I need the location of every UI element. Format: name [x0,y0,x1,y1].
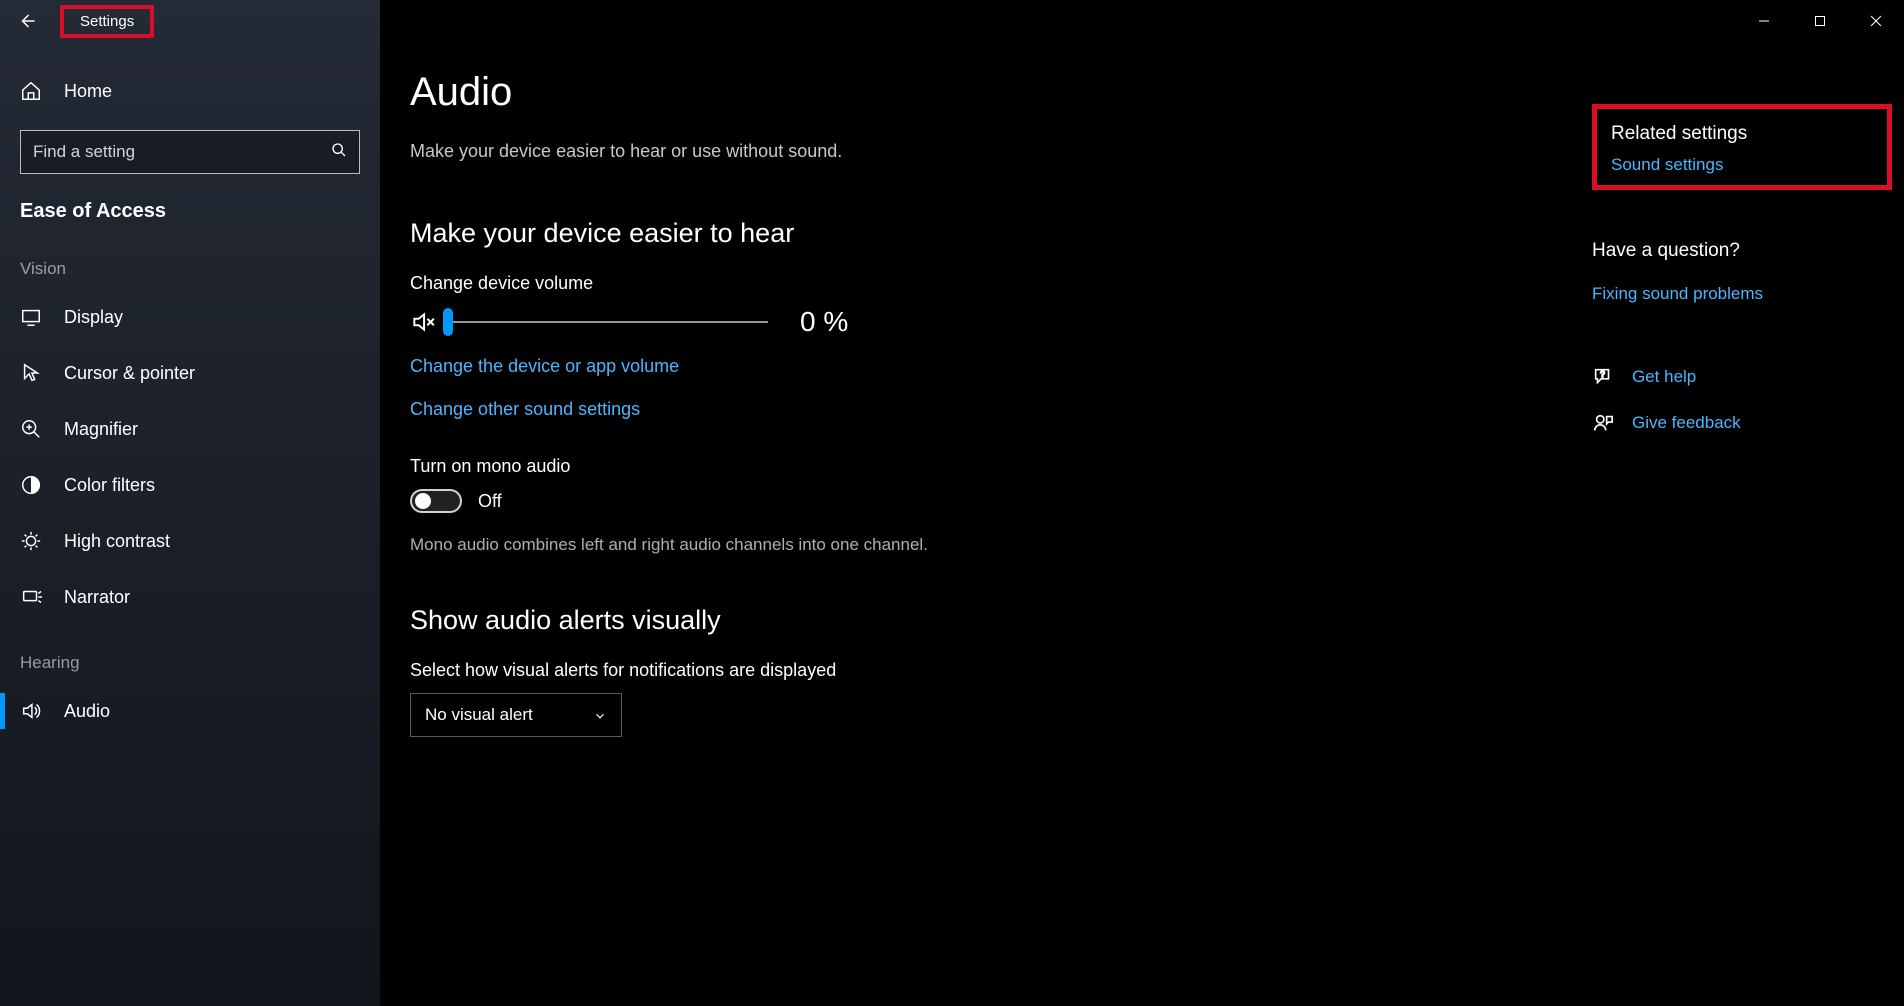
sidebar-item-label: Audio [64,701,110,722]
window-controls [1736,0,1904,42]
page-subtitle: Make your device easier to hear or use w… [410,141,1170,162]
have-question-heading: Have a question? [1592,240,1892,262]
get-help-link[interactable]: Get help [1632,367,1696,387]
sidebar-item-magnifier[interactable]: Magnifier [0,401,380,457]
mono-audio-label: Turn on mono audio [410,456,1170,477]
section-visual-alerts: Show audio alerts visually [410,605,1170,636]
visual-alert-dropdown[interactable]: No visual alert [410,693,622,737]
link-fixing-sound-problems[interactable]: Fixing sound problems [1592,284,1763,303]
slider-thumb[interactable] [443,308,453,336]
toggle-knob [415,493,431,509]
search-field[interactable] [33,142,300,162]
dropdown-value: No visual alert [425,705,533,725]
volume-mute-icon [410,309,436,335]
right-rail: Related settings Sound settings Have a q… [1592,104,1892,434]
related-settings-heading: Related settings [1611,123,1873,145]
sidebar-item-label: Display [64,307,123,328]
help-icon: ? [1592,366,1614,388]
close-button[interactable] [1848,0,1904,42]
section-easier-to-hear: Make your device easier to hear [410,218,1170,249]
volume-slider[interactable] [448,321,768,323]
cursor-icon [20,362,42,384]
give-feedback-row[interactable]: Give feedback [1592,412,1892,434]
give-feedback-link[interactable]: Give feedback [1632,413,1741,433]
category-heading: Ease of Access [0,182,380,231]
link-device-app-volume[interactable]: Change the device or app volume [410,356,1170,377]
sidebar-item-display[interactable]: Display [0,289,380,345]
sidebar-item-label: Magnifier [64,419,138,440]
back-icon[interactable] [18,12,36,30]
volume-slider-row: 0 % [410,306,1170,338]
volume-value: 0 % [800,306,848,338]
main-content: Audio Make your device easier to hear or… [380,0,1904,1006]
sidebar: Home Ease of Access Vision Display Curso… [0,0,380,1006]
magnifier-icon [20,418,42,440]
sidebar-item-high-contrast[interactable]: High contrast [0,513,380,569]
search-icon [331,142,347,163]
page-title: Audio [410,70,1170,115]
mono-audio-toggle[interactable] [410,489,462,513]
narrator-icon [20,586,42,608]
sidebar-item-label: Narrator [64,587,130,608]
mono-description: Mono audio combines left and right audio… [410,535,1170,555]
sidebar-item-label: Cursor & pointer [64,363,195,384]
minimize-button[interactable] [1736,0,1792,42]
sidebar-item-label: Color filters [64,475,155,496]
sidebar-item-cursor[interactable]: Cursor & pointer [0,345,380,401]
feedback-icon [1592,412,1614,434]
get-help-row[interactable]: ? Get help [1592,366,1892,388]
sidebar-item-audio[interactable]: Audio [0,683,380,739]
group-hearing: Hearing [0,625,380,683]
group-vision: Vision [0,231,380,289]
chevron-down-icon [593,708,607,722]
window-title: Settings [60,5,154,38]
maximize-button[interactable] [1792,0,1848,42]
related-settings-box: Related settings Sound settings [1592,104,1892,190]
audio-icon [20,700,42,722]
sidebar-item-narrator[interactable]: Narrator [0,569,380,625]
high-contrast-icon [20,530,42,552]
home-icon [20,80,42,102]
search-input[interactable] [20,130,360,174]
link-other-sound-settings[interactable]: Change other sound settings [410,399,1170,420]
title-bar: Settings [0,0,1904,42]
volume-label: Change device volume [410,273,1170,294]
sidebar-item-color-filters[interactable]: Color filters [0,457,380,513]
mono-toggle-state: Off [478,491,502,512]
sidebar-item-label: High contrast [64,531,170,552]
color-filters-icon [20,474,42,496]
display-icon [20,306,42,328]
link-sound-settings[interactable]: Sound settings [1611,155,1723,174]
home-nav[interactable]: Home [0,64,380,118]
visual-alerts-label: Select how visual alerts for notificatio… [410,660,1170,681]
svg-text:?: ? [1600,370,1605,379]
home-label: Home [64,81,112,102]
